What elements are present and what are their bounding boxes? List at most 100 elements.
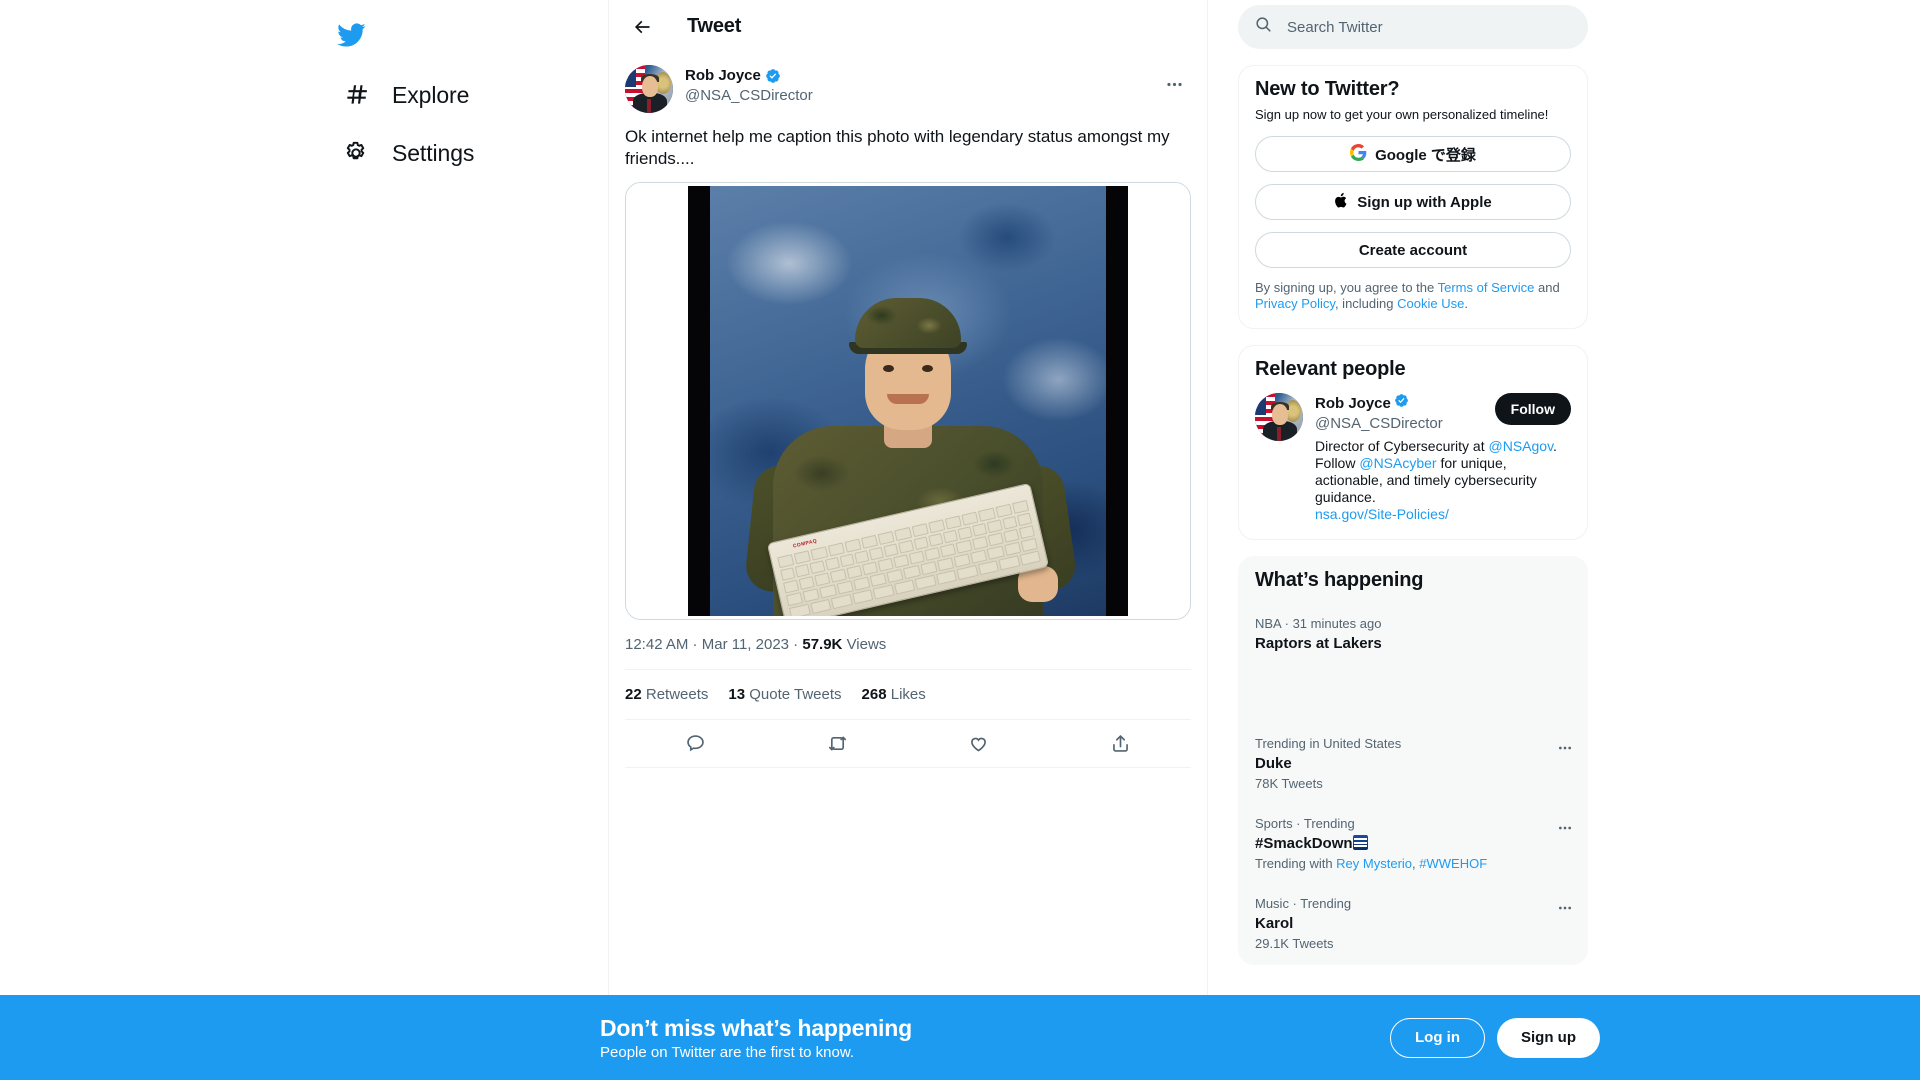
trend-more-icon[interactable] [1555,898,1575,918]
likes-label: Likes [890,686,926,703]
sidebar-item-label: Settings [392,139,475,166]
author-name-row[interactable]: Rob Joyce [685,66,1157,86]
terms-of-service-link[interactable]: Terms of Service [1438,280,1535,295]
person-avatar-photo [1255,393,1303,441]
legal-part-2: and [1534,280,1560,295]
retweets-count: 22 [625,686,642,703]
views-count: 57.9K [802,636,843,653]
avatar[interactable] [625,65,673,113]
back-arrow-icon[interactable] [625,10,659,44]
retweet-icon[interactable] [817,724,857,764]
photo-left-bar [688,186,710,616]
soldier-figure: COMPAQ [743,298,1079,616]
bottom-bar-inner: Don’t miss what’s happening People on Tw… [600,1015,1600,1061]
twitter-app: Explore Settings Tweet Rob Joyce @NSA_CS… [0,0,1920,1080]
person-website-link[interactable]: nsa.gov/Site-Policies/ [1315,506,1449,522]
legal-part-4: . [1464,296,1468,311]
relevant-people-title: Relevant people [1255,358,1406,380]
tweet-stats-row: 22 Retweets 13 Quote Tweets 268 Likes [625,670,1191,720]
left-nav: Explore Settings [326,0,596,1080]
trend-more-icon[interactable] [1555,738,1575,758]
wwehof-link[interactable]: #WWEHOF [1419,856,1487,871]
trend-item-live[interactable]: NBA · 31 minutes ago Raptors at Lakers [1239,604,1587,724]
person-name-row[interactable]: Rob Joyce [1315,393,1443,414]
tweet-media-card[interactable]: COMPAQ [625,182,1191,620]
verified-badge-icon [765,68,781,84]
google-signup-label: Google で登録 [1375,146,1476,164]
nsagov-mention-link[interactable]: @NSAgov [1489,438,1554,454]
hashtag-icon [340,79,372,111]
person-website: nsa.gov/Site-Policies/ [1315,506,1571,523]
trend-item-smackdown[interactable]: Sports · Trending #SmackDown Trending wi… [1239,804,1587,884]
bottom-bar-subtitle: People on Twitter are the first to know. [600,1043,855,1061]
tweet-date: Mar 11, 2023 [701,636,790,653]
follow-button[interactable]: Follow [1494,393,1571,425]
trend-category: Sports · Trending [1255,816,1355,831]
tie-shape [647,98,652,113]
trend-more-icon[interactable] [1555,818,1575,838]
login-button[interactable]: Log in [1390,1017,1485,1058]
signup-subtitle: Sign up now to get your own personalized… [1255,107,1549,122]
cookie-use-link[interactable]: Cookie Use [1397,296,1464,311]
google-signup-button[interactable]: Google で登録 [1255,136,1571,172]
signup-button[interactable]: Sign up [1497,1017,1600,1058]
trend-name: Duke [1255,755,1292,772]
signup-title: New to Twitter? [1255,78,1400,100]
reply-icon[interactable] [676,724,716,764]
tweet-time: 12:42 AM [625,636,689,653]
author-handle[interactable]: @NSA_CSDirector [685,86,1157,106]
more-options-icon[interactable] [1157,67,1191,101]
twitter-bird-logo[interactable] [326,4,388,66]
rey-mysterio-link[interactable]: Rey Mysterio [1336,856,1412,871]
person-handle[interactable]: @NSA_CSDirector [1315,414,1443,434]
tweet-actions-row [625,720,1191,768]
create-account-button[interactable]: Create account [1255,232,1571,268]
google-icon [1350,143,1367,165]
stat-retweets[interactable]: 22 Retweets [625,686,708,703]
trend-item-karol[interactable]: Music · Trending Karol 29.1K Tweets [1239,884,1587,964]
trend-name: #SmackDown [1255,835,1353,852]
stat-quote-tweets[interactable]: 13 Quote Tweets [728,686,841,703]
person-bio: Director of Cybersecurity at @NSAgov. Fo… [1315,438,1571,523]
nsacyber-mention-link[interactable]: @NSAcyber [1359,455,1436,471]
bottom-signup-bar: Don’t miss what’s happening People on Tw… [0,995,1920,1080]
verified-badge-icon [1394,393,1409,414]
retweets-label: Retweets [645,686,709,703]
face-shape [1272,403,1288,425]
stat-likes[interactable]: 268 Likes [862,686,926,703]
meta-sep-2: · [789,636,803,653]
apple-signup-button[interactable]: Sign up with Apple [1255,184,1571,220]
face-shape [642,75,658,97]
signup-card: New to Twitter? Sign up now to get your … [1238,65,1588,329]
legal-part-1: By signing up, you agree to the [1255,280,1438,295]
views-label: Views [846,636,887,653]
person-avatar[interactable] [1255,393,1303,441]
legal-part-3: , including [1334,296,1398,311]
bottom-bar-title: Don’t miss what’s happening [600,1014,912,1041]
whats-happening-title: What’s happening [1255,569,1424,591]
create-account-label: Create account [1358,241,1468,259]
sidebar-item-explore[interactable]: Explore [326,66,483,124]
sidebar-item-label: Explore [392,81,470,108]
trend-name-row: #SmackDown [1255,834,1571,854]
left-sidebar: Explore Settings [0,0,608,1080]
right-sidebar: New to Twitter? Sign up now to get your … [1238,0,1638,1080]
gear-icon [340,137,372,169]
privacy-policy-link[interactable]: Privacy Policy [1255,296,1335,311]
likes-count: 268 [861,686,887,703]
trending-with-prefix: Trending with [1255,856,1337,871]
share-icon[interactable] [1100,724,1140,764]
search-wrapper [1238,5,1588,49]
trend-item-duke[interactable]: Trending in United States Duke 78K Tweet… [1239,724,1587,804]
apple-signup-label: Sign up with Apple [1357,193,1492,211]
photo-right-bar [1106,186,1128,616]
search-box[interactable] [1238,5,1588,49]
bottom-bar-actions: Log in Sign up [1390,1017,1600,1058]
main-content: Tweet Rob Joyce @NSA_CSDirector Ok inter… [608,0,1208,1080]
author-display-name: Rob Joyce [685,67,761,84]
sidebar-item-settings[interactable]: Settings [326,124,488,182]
trend-name: Karol [1255,915,1294,932]
like-icon[interactable] [959,724,999,764]
tweet-timestamp-row: 12:42 AM · Mar 11, 2023 · 57.9K Views [625,620,1191,670]
search-input[interactable] [1287,18,1572,36]
